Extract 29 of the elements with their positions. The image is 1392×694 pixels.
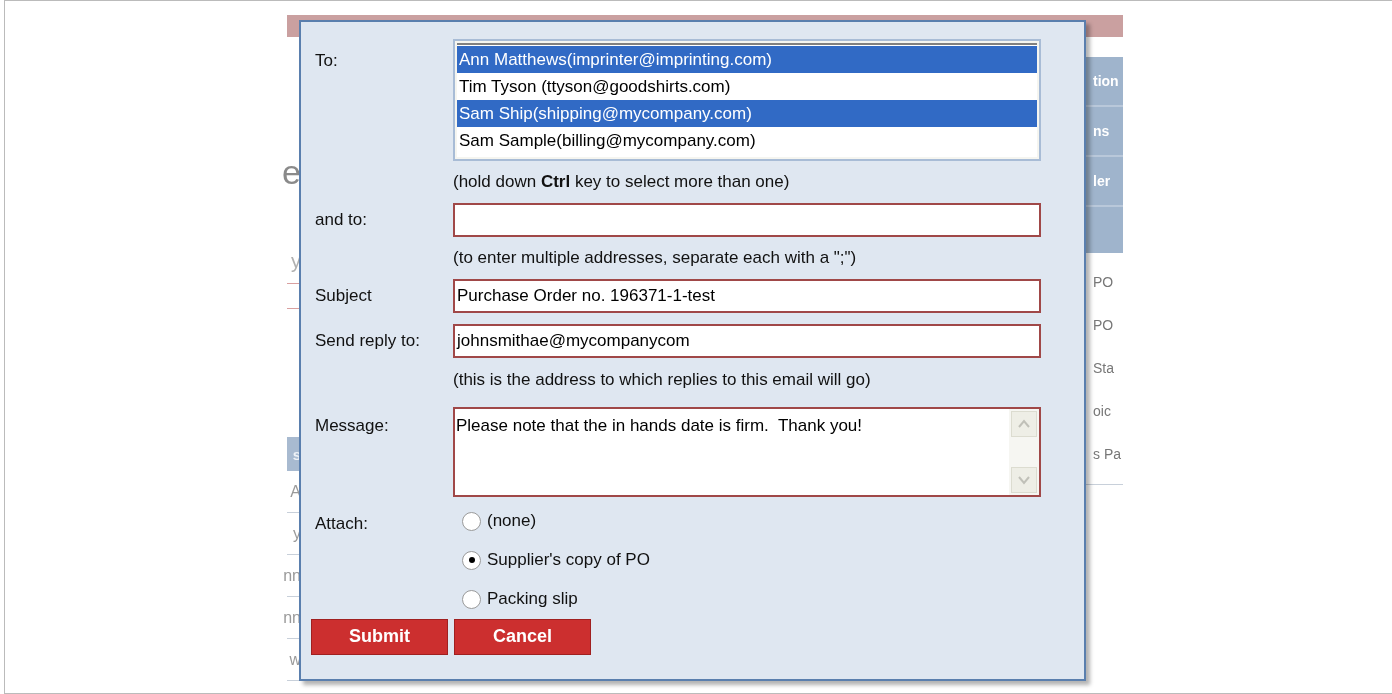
radio-button[interactable] <box>462 550 481 570</box>
attach-option-label[interactable]: Supplier's copy of PO <box>487 547 650 573</box>
recipient-option[interactable]: Ann Matthews(imprinter@imprinting.com) <box>457 46 1037 73</box>
heading-fragment: e <box>282 155 301 193</box>
radio-button[interactable] <box>462 589 481 609</box>
subject-label: Subject <box>315 285 373 308</box>
attach-option-label[interactable]: (none) <box>487 508 537 534</box>
recipient-list[interactable]: Ann Matthews(imprinter@imprinting.com) Tim Tyson (ttyson@goodshirts.com) Sam Ship(shipping@mycompany.com) Sam Sample(billing@mycompany.com) <box>453 39 1041 161</box>
and-to-label: and to: <box>315 208 368 231</box>
subject-field[interactable]: Purchase Order no. 196371-1-test <box>453 279 1041 313</box>
reply-to-label: Send reply to: <box>315 330 421 353</box>
recipient-option[interactable]: Sam Ship(shipping@mycompany.com) <box>457 100 1037 127</box>
to-label: To: <box>315 50 339 72</box>
cancel-button[interactable]: Cancel <box>454 618 591 655</box>
reply-to-field[interactable]: johnsmithae@mycompanycom <box>453 324 1041 358</box>
hint-text: (hold down Ctrl key to select more than one) <box>453 171 791 193</box>
link-fragment[interactable]: PO <box>1093 272 1114 293</box>
and-to-field[interactable] <box>453 202 1041 237</box>
radio-button[interactable] <box>462 511 481 531</box>
hint-text: (to enter multiple addresses, separate each with a ";") <box>453 246 858 269</box>
attach-label: Attach: <box>315 512 369 535</box>
link-fragment[interactable]: oic <box>1093 401 1111 422</box>
message-label: Message: <box>315 414 390 437</box>
submit-button[interactable]: Submit <box>311 618 448 655</box>
link-fragment[interactable]: Sta <box>1093 358 1114 379</box>
attach-option-label[interactable]: Packing slip <box>487 586 578 612</box>
link-fragment[interactable]: s Pa <box>1093 444 1121 465</box>
hint-text: (this is the address to which replies to this email will go) <box>453 369 872 391</box>
link-fragment[interactable]: PO <box>1093 315 1114 336</box>
